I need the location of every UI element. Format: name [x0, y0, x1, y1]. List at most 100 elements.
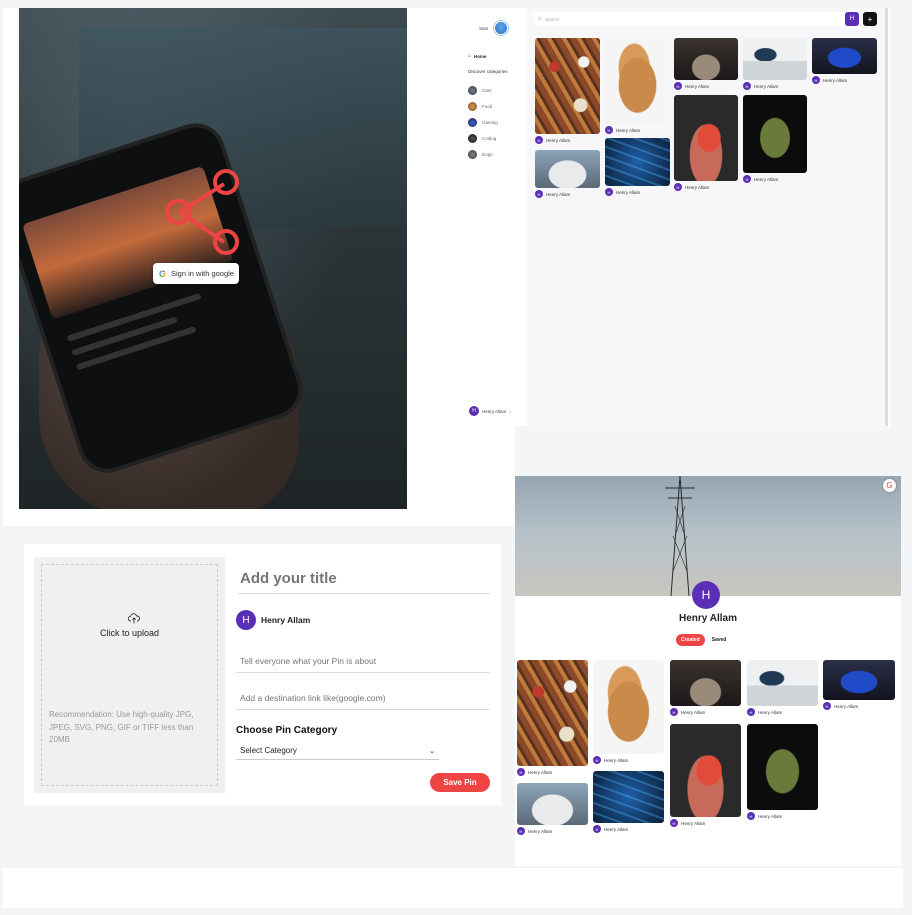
destination-link-input[interactable]	[236, 686, 490, 710]
pin-card[interactable]: H Henry Allam	[743, 95, 807, 183]
pin-author[interactable]: H Henry Allam	[743, 175, 807, 183]
avatar: H	[743, 82, 751, 90]
title-input[interactable]	[238, 564, 490, 594]
pin-author[interactable]: H Henry Allam	[674, 183, 738, 191]
profile-tabs: Created Saved	[676, 634, 726, 646]
upload-dropzone[interactable]: Click to upload Recommendation: Use high…	[41, 564, 218, 786]
pin-image[interactable]	[517, 660, 588, 766]
search-placeholder: Search	[545, 16, 560, 22]
pin-card[interactable]: H Henry Allam	[593, 771, 664, 833]
profile-button[interactable]: H	[845, 12, 859, 26]
pin-author[interactable]: H Henry Allam	[593, 756, 664, 764]
sidebar-user-name: Sam	[479, 25, 489, 31]
category-label: Gaming	[482, 119, 498, 125]
pin-card[interactable]: H Henry Allam	[517, 783, 588, 835]
pin-image[interactable]	[674, 95, 738, 181]
pin-author[interactable]: H Henry Allam	[517, 768, 588, 776]
pin-image[interactable]	[743, 95, 807, 173]
pin-image[interactable]	[674, 38, 738, 80]
pin-image[interactable]	[823, 660, 895, 700]
pin-image[interactable]	[605, 38, 670, 124]
pin-card[interactable]: H Henry Allam	[747, 660, 818, 716]
pin-image[interactable]	[812, 38, 877, 74]
category-label: Coding	[482, 135, 497, 141]
pin-card[interactable]: H Henry Allam	[605, 138, 670, 196]
pin-image[interactable]	[747, 660, 818, 706]
pin-card[interactable]: H Henry Allam	[743, 38, 807, 90]
pin-card[interactable]: H Henry Allam	[517, 660, 588, 776]
pin-author[interactable]: H Henry Allam	[670, 708, 741, 716]
pin-image[interactable]	[535, 150, 600, 188]
sidebar-item-dogs[interactable]: Dogs	[468, 146, 498, 162]
pin-author[interactable]: H Henry Allam	[535, 190, 600, 198]
pin-image[interactable]	[605, 138, 670, 186]
pin-card[interactable]: H Henry Allam	[593, 660, 664, 764]
pin-author-name: Henry Allam	[754, 176, 779, 182]
pin-card[interactable]: H Henry Allam	[747, 724, 818, 820]
avatar: H	[593, 825, 601, 833]
category-thumb	[468, 85, 477, 95]
pin-author[interactable]: H Henry Allam	[593, 825, 664, 833]
pin-author[interactable]: H Henry Allam	[670, 819, 741, 827]
pin-author-name: Henry Allam	[685, 184, 710, 190]
sidebar-item-cars[interactable]: Cars	[468, 82, 498, 98]
category-select[interactable]: Select Category ⌄	[236, 742, 439, 760]
pin-author[interactable]: H Henry Allam	[823, 702, 895, 710]
pin-image[interactable]	[670, 724, 741, 817]
pin-author-name: Henry Allam	[758, 813, 783, 819]
pin-card[interactable]: H Henry Allam	[605, 38, 670, 134]
upload-area[interactable]: Click to upload Recommendation: Use high…	[34, 557, 225, 793]
pin-author[interactable]: H Henry Allam	[743, 82, 807, 90]
pin-author[interactable]: H Henry Allam	[747, 812, 818, 820]
home-feed-page: Sam ⌂ Home Discover categories Cars Food…	[465, 8, 890, 426]
pin-author[interactable]: H Henry Allam	[812, 76, 877, 84]
tab-created[interactable]: Created	[676, 634, 705, 646]
avatar: H	[236, 610, 256, 630]
upload-label: Click to upload	[99, 628, 160, 638]
save-pin-button[interactable]: Save Pin	[430, 773, 490, 792]
power-tower-image	[665, 476, 695, 596]
logout-button[interactable]: G	[883, 479, 896, 492]
pin-card[interactable]: H Henry Allam	[670, 724, 741, 827]
sidebar-item-home[interactable]: ⌂ Home	[468, 52, 529, 60]
pin-author[interactable]: H Henry Allam	[747, 708, 818, 716]
pin-card[interactable]: H Henry Allam	[535, 38, 600, 144]
create-pin-button[interactable]: +	[863, 12, 877, 26]
pin-image[interactable]	[535, 38, 600, 134]
pin-author[interactable]: H Henry Allam	[535, 136, 600, 144]
sidebar-profile-link[interactable]: H Henry Allam ›	[469, 406, 511, 416]
pin-author[interactable]: H Henry Allam	[674, 82, 738, 90]
tab-saved[interactable]: Saved	[712, 637, 727, 643]
profile-banner-image	[515, 476, 901, 596]
pin-image[interactable]	[593, 660, 664, 754]
pin-image[interactable]	[670, 660, 741, 706]
sidebar-profile-name: Henry Allam	[482, 408, 507, 414]
pin-author[interactable]: H Henry Allam	[517, 827, 588, 835]
pin-author[interactable]: H Henry Allam	[605, 188, 670, 196]
pin-author-name: Henry Allam	[528, 769, 553, 775]
sidebar-item-gaming[interactable]: Gaming	[468, 114, 498, 130]
pin-card[interactable]: H Henry Allam	[674, 38, 738, 90]
pin-image[interactable]	[593, 771, 664, 823]
avatar: H	[593, 756, 601, 764]
scrollbar[interactable]	[885, 8, 888, 426]
pin-author[interactable]: H Henry Allam	[605, 126, 670, 134]
chevron-down-icon: ⌄	[429, 747, 435, 755]
pin-card[interactable]: H Henry Allam	[670, 660, 741, 716]
pin-card[interactable]: H Henry Allam	[535, 150, 600, 198]
pin-card[interactable]: H Henry Allam	[812, 38, 877, 84]
sidebar-item-food[interactable]: Food	[468, 98, 498, 114]
about-input[interactable]	[236, 649, 490, 673]
pin-image[interactable]	[747, 724, 818, 810]
pin-card[interactable]: H Henry Allam	[823, 660, 895, 710]
sidebar-user[interactable]: Sam	[479, 21, 509, 35]
pin-image[interactable]	[743, 38, 807, 80]
pin-image[interactable]	[517, 783, 588, 825]
login-hero: G Sign in with google	[19, 8, 407, 509]
user-avatar[interactable]	[494, 21, 509, 35]
share-logo-icon	[165, 169, 239, 255]
pin-card[interactable]: H Henry Allam	[674, 95, 738, 191]
google-signin-button[interactable]: G Sign in with google	[153, 263, 239, 284]
search-input[interactable]: ⚲ Search	[534, 12, 845, 26]
sidebar-item-coding[interactable]: Coding	[468, 130, 498, 146]
